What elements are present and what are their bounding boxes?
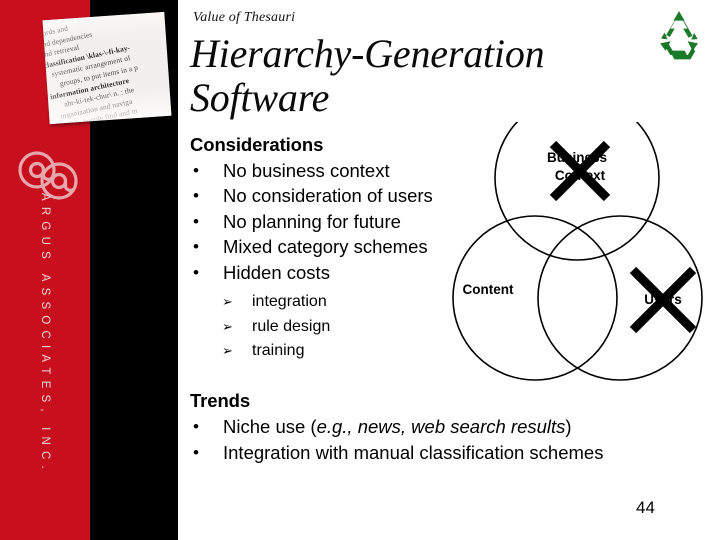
- trend-text-pre: Niche use (: [223, 416, 317, 437]
- trends-heading: Trends: [190, 390, 251, 411]
- trends-list: • Niche use (e.g., news, web search resu…: [193, 414, 603, 466]
- bullet-glyph: •: [193, 186, 199, 206]
- list-item-label: Niche use (e.g., news, web search result…: [223, 414, 572, 440]
- list-item-label: No business context: [223, 160, 390, 181]
- list-item: • Niche use (e.g., news, web search resu…: [193, 414, 603, 440]
- dictionary-clipping-image: words and and dependencies and retrieval…: [42, 11, 172, 125]
- company-name-text: ARGUS ASSOCIATES, INC.: [39, 193, 52, 475]
- considerations-heading: Considerations: [190, 134, 324, 155]
- trend-text-pre: Integration with manual classification s…: [223, 442, 604, 463]
- arrow-bullet-icon: ➢: [222, 318, 233, 334]
- argus-at-logo: [12, 146, 92, 206]
- trend-text-post: ): [565, 416, 572, 437]
- arrow-bullet-icon: ➢: [222, 343, 233, 358]
- list-item: ➢ rule design: [222, 315, 330, 340]
- list-item-label: training: [252, 342, 305, 359]
- venn-circle: [494, 95, 660, 261]
- considerations-list: • No business context • No consideration…: [193, 158, 433, 285]
- bullet-glyph: •: [193, 211, 199, 231]
- list-item-label: Integration with manual classification s…: [223, 440, 603, 466]
- bullet-glyph: •: [193, 262, 199, 282]
- bullet-glyph: •: [193, 417, 199, 436]
- list-item: • Hidden costs: [193, 260, 433, 285]
- list-item: • No planning for future: [193, 209, 433, 234]
- list-item-label: integration: [252, 293, 327, 310]
- bullet-glyph: •: [193, 443, 199, 462]
- slide-canvas: words and and dependencies and retrieval…: [0, 0, 720, 540]
- list-item-label: No planning for future: [223, 210, 401, 232]
- trend-text-italic: e.g., news, web search results: [316, 416, 566, 437]
- list-item: • No business context: [193, 158, 433, 183]
- list-item-label: Hidden costs: [223, 261, 330, 283]
- dictionary-clipping-text: words and and dependencies and retrieval…: [43, 12, 172, 124]
- kicker-text: Value of Thesauri: [193, 10, 296, 25]
- list-item: ➢ training: [222, 339, 330, 364]
- bullet-glyph: •: [193, 237, 199, 257]
- list-item-label: rule design: [252, 317, 331, 335]
- list-item-label: Mixed category schemes: [223, 236, 428, 258]
- page-number: 44: [636, 498, 655, 517]
- arrow-bullet-icon: ➢: [222, 294, 233, 309]
- list-item: • No consideration of users: [193, 183, 433, 208]
- list-item-label: No consideration of users: [223, 185, 433, 207]
- list-item: • Integration with manual classification…: [193, 440, 603, 466]
- bullet-glyph: •: [193, 161, 199, 180]
- considerations-sublist: ➢ integration ➢ rule design ➢ training: [222, 290, 330, 364]
- page-title: Hierarchy-Generation Software: [190, 31, 545, 120]
- company-name-vertical: ARGUS ASSOCIATES, INC.: [0, 193, 90, 478]
- venn-label-content: Content: [463, 282, 514, 297]
- venn-cross-mark: [629, 266, 697, 334]
- list-item: • Mixed category schemes: [193, 234, 433, 259]
- list-item: ➢ integration: [222, 290, 330, 315]
- venn-circle: [452, 215, 618, 381]
- venn-diagram: Business Context Content Users: [450, 95, 720, 392]
- recycle-icon: [650, 8, 708, 64]
